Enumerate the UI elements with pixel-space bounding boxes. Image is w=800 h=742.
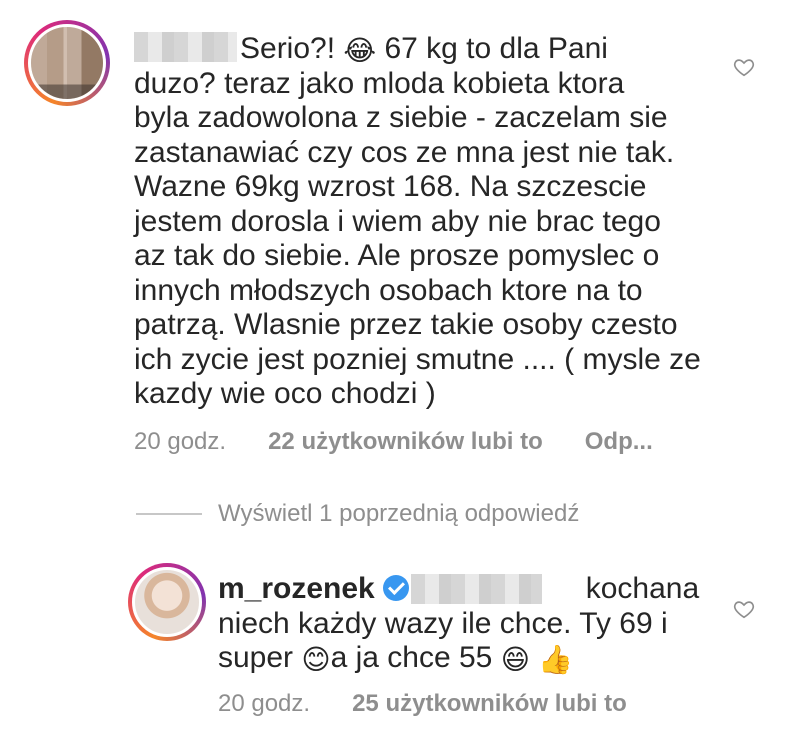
reply-avatar[interactable] [128,563,206,641]
reply-like-heart-icon[interactable] [733,598,755,620]
comment-time: 20 godz. [134,428,227,455]
comment-body: 67 kg to dla Pani duzo? teraz jako mloda… [134,32,701,410]
avatar-image-pixelated [28,24,106,102]
comment-likes-link[interactable]: 22 użytkowników lubi to [268,428,543,456]
avatar-image [132,567,202,637]
reply-meta: 20 godz. 25 użytkowników lubi to [218,690,669,718]
comment-text: Serio?! 😂 67 kg to dla Pani duzo? teraz … [134,32,734,412]
reply-text: m_rozenek kochana niech każdy wazy ile ch… [218,572,718,676]
laughing-emoji: 😂 [343,35,377,66]
view-previous-replies[interactable]: Wyświetl 1 poprzednią odpowiedź [136,500,579,528]
grinning-emoji: 😄 [500,644,530,675]
reply-time: 20 godz. [218,690,311,717]
thumbs-up-emoji: 👍 [538,644,574,675]
reply-button[interactable]: Odp... [585,428,653,456]
reply-username[interactable]: m_rozenek [218,572,375,605]
reply-mid: a ja chce 55 [330,641,501,674]
comment-meta: 20 godz. 22 użytkowników lubi to Odp... [134,428,653,456]
commenter-avatar[interactable] [24,20,110,106]
divider-line [136,513,202,515]
verified-badge-icon [382,575,409,601]
reply-likes-link[interactable]: 25 użytkowników lubi to [352,690,627,718]
view-previous-label: Wyświetl 1 poprzednią odpowiedź [218,500,580,527]
like-heart-icon[interactable] [733,56,755,78]
smiling-emoji: 😊 [301,644,331,675]
comment-lead: Serio?! [240,32,344,65]
